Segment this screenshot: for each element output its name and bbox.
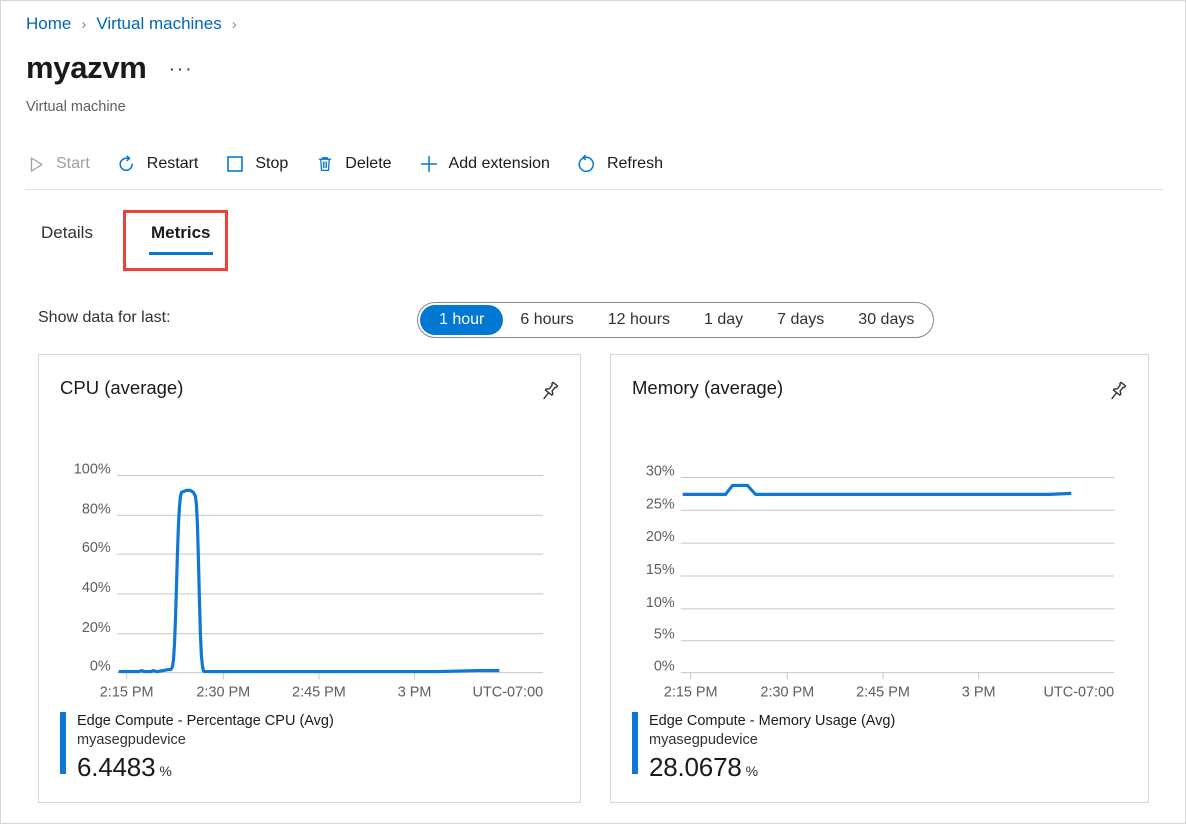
pin-icon[interactable] xyxy=(534,376,564,406)
svg-text:UTC-07:00: UTC-07:00 xyxy=(1043,684,1114,700)
svg-text:2:45 PM: 2:45 PM xyxy=(292,684,346,700)
page-title: myazvm xyxy=(26,49,147,87)
svg-text:3 PM: 3 PM xyxy=(962,684,996,700)
time-range-option-1-day[interactable]: 1 day xyxy=(687,305,760,335)
time-range-option-12-hours[interactable]: 12 hours xyxy=(591,305,687,335)
restart-button-label: Restart xyxy=(147,155,199,173)
square-icon xyxy=(224,153,246,175)
svg-text:20%: 20% xyxy=(82,620,111,636)
show-data-for-last-label: Show data for last: xyxy=(38,309,171,327)
refresh-button-label: Refresh xyxy=(607,155,663,173)
svg-text:20%: 20% xyxy=(646,529,675,545)
cpu-legend-metric-name: Edge Compute - Percentage CPU (Avg) xyxy=(77,712,334,731)
play-icon xyxy=(25,153,47,175)
time-range-option-6-hours[interactable]: 6 hours xyxy=(503,305,590,335)
cpu-card-title: CPU (average) xyxy=(60,377,183,399)
svg-text:15%: 15% xyxy=(646,562,675,578)
svg-text:2:15 PM: 2:15 PM xyxy=(100,684,154,700)
stop-button-label: Stop xyxy=(255,155,288,173)
memory-legend-metric-name: Edge Compute - Memory Usage (Avg) xyxy=(649,712,895,731)
restart-arrow-icon xyxy=(116,153,138,175)
memory-card-title: Memory (average) xyxy=(632,377,783,399)
time-range-option-1-hour[interactable]: 1 hour xyxy=(420,305,503,335)
delete-button-label: Delete xyxy=(345,155,391,173)
memory-legend-unit: % xyxy=(746,763,758,779)
tab-details-label: Details xyxy=(41,223,93,242)
breadcrumb-separator-icon-2: › xyxy=(232,16,237,33)
svg-text:0%: 0% xyxy=(90,659,111,675)
pin-icon[interactable] xyxy=(1102,376,1132,406)
svg-text:3 PM: 3 PM xyxy=(398,684,432,700)
start-button[interactable]: Start xyxy=(25,153,90,175)
svg-text:5%: 5% xyxy=(654,627,675,643)
memory-legend-resource-name: myasegpudevice xyxy=(649,731,895,750)
delete-button[interactable]: Delete xyxy=(314,153,391,175)
svg-text:30%: 30% xyxy=(646,463,675,479)
svg-text:2:30 PM: 2:30 PM xyxy=(760,684,814,700)
svg-text:2:30 PM: 2:30 PM xyxy=(196,684,250,700)
start-button-label: Start xyxy=(56,155,90,173)
tab-list: Details Metrics xyxy=(39,219,267,255)
cpu-legend-color-swatch xyxy=(60,712,66,774)
tab-metrics-label: Metrics xyxy=(151,223,211,242)
breadcrumb-item-home[interactable]: Home xyxy=(26,14,71,34)
time-range-option-30-days[interactable]: 30 days xyxy=(841,305,931,335)
cpu-legend-value: 6.4483 xyxy=(77,753,155,782)
cpu-legend-unit: % xyxy=(159,763,171,779)
svg-text:10%: 10% xyxy=(646,595,675,611)
svg-text:2:45 PM: 2:45 PM xyxy=(856,684,910,700)
page-title-row: myazvm ··· xyxy=(26,49,194,87)
command-bar-divider xyxy=(25,189,1163,190)
svg-text:40%: 40% xyxy=(82,580,111,596)
tab-metrics[interactable]: Metrics xyxy=(149,219,213,255)
add-extension-button-label: Add extension xyxy=(449,155,550,173)
page-subtitle: Virtual machine xyxy=(26,99,126,115)
cpu-legend-resource-name: myasegpudevice xyxy=(77,731,334,750)
cpu-metric-card: CPU (average) 100% 80% 60% 40% 20% xyxy=(38,354,581,803)
memory-chart-legend: Edge Compute - Memory Usage (Avg) myaseg… xyxy=(632,712,895,782)
more-options-button[interactable]: ··· xyxy=(169,63,194,77)
breadcrumb-item-virtual-machines[interactable]: Virtual machines xyxy=(96,14,221,34)
trash-icon xyxy=(314,153,336,175)
breadcrumb-separator-icon: › xyxy=(81,16,86,33)
command-bar: Start Restart Stop xyxy=(25,147,689,181)
svg-text:100%: 100% xyxy=(74,461,111,477)
memory-legend-color-swatch xyxy=(632,712,638,774)
stop-button[interactable]: Stop xyxy=(224,153,288,175)
refresh-circle-icon xyxy=(576,153,598,175)
time-range-selector: 1 hour 6 hours 12 hours 1 day 7 days 30 … xyxy=(417,302,934,338)
breadcrumb: Home › Virtual machines › xyxy=(26,14,247,34)
tab-details[interactable]: Details xyxy=(39,219,95,255)
svg-text:UTC-07:00: UTC-07:00 xyxy=(472,684,543,700)
cpu-chart-legend: Edge Compute - Percentage CPU (Avg) myas… xyxy=(60,712,334,782)
refresh-button[interactable]: Refresh xyxy=(576,153,663,175)
svg-text:0%: 0% xyxy=(654,659,675,675)
svg-text:2:15 PM: 2:15 PM xyxy=(664,684,718,700)
plus-icon xyxy=(418,153,440,175)
memory-legend-value: 28.0678 xyxy=(649,753,742,782)
svg-text:60%: 60% xyxy=(82,540,111,556)
add-extension-button[interactable]: Add extension xyxy=(418,153,550,175)
svg-text:80%: 80% xyxy=(82,501,111,517)
restart-button[interactable]: Restart xyxy=(116,153,199,175)
azure-vm-metrics-page: Home › Virtual machines › myazvm ··· Vir… xyxy=(0,0,1186,824)
time-range-option-7-days[interactable]: 7 days xyxy=(760,305,841,335)
memory-metric-card: Memory (average) 30% 25% 20% 15% xyxy=(610,354,1149,803)
svg-text:25%: 25% xyxy=(646,496,675,512)
